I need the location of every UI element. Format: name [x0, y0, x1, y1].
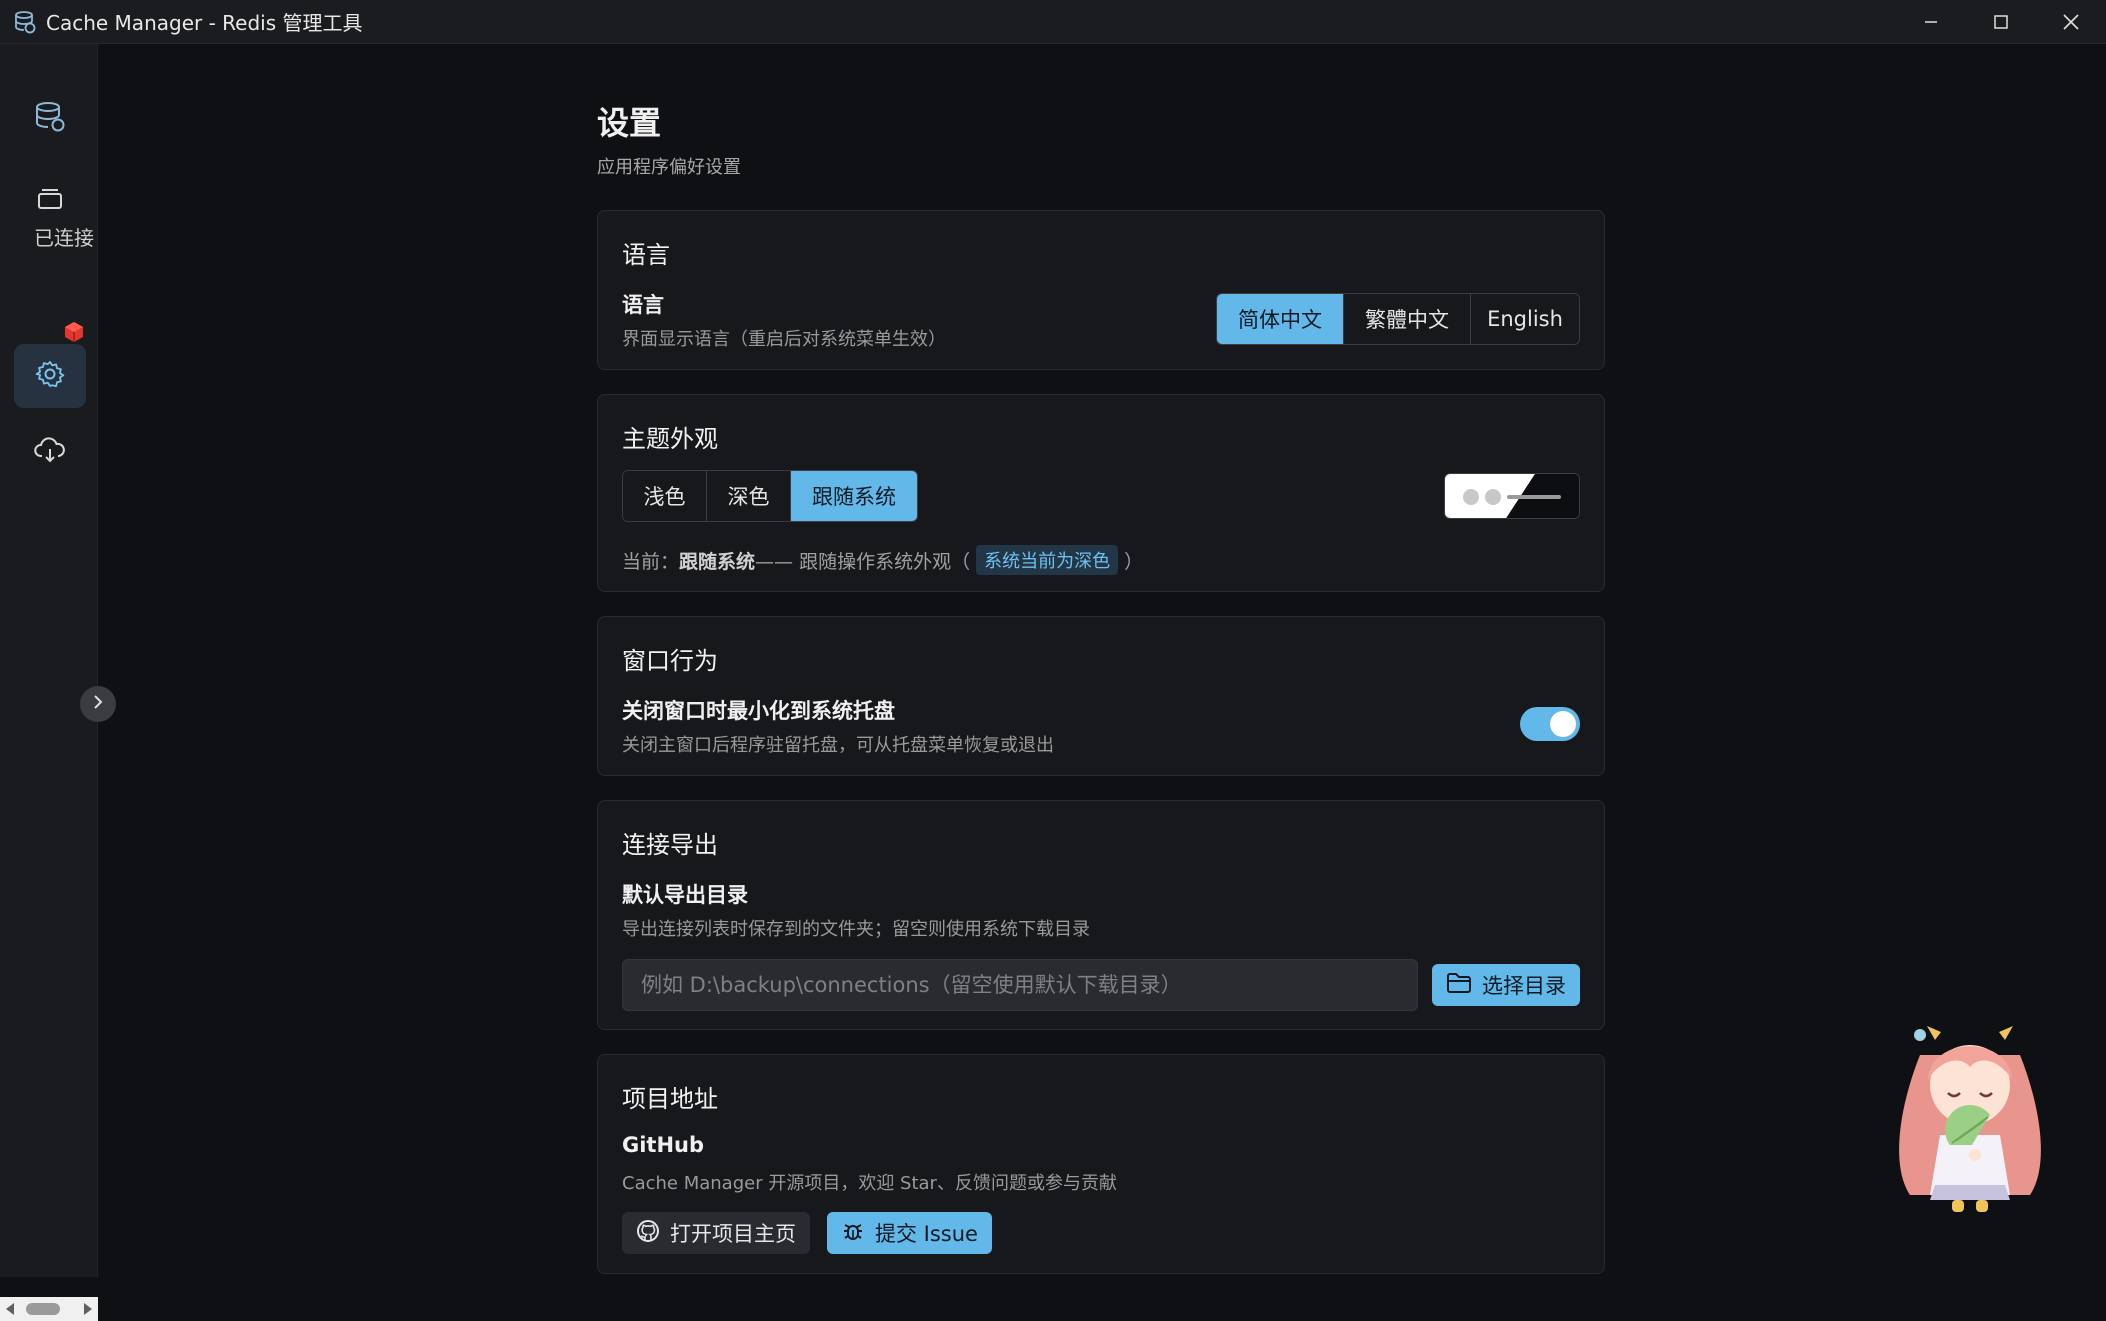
sidebar-horizontal-scrollbar[interactable] [0, 1297, 98, 1321]
theme-current-value: 跟随系统 [679, 550, 756, 573]
theme-option-system[interactable]: 跟随系统 [791, 471, 917, 521]
language-card: 语言 语言 界面显示语言（重启后对系统菜单生效） 简体中文 繁體中文 Engli… [597, 210, 1605, 370]
sidebar-database-button[interactable] [14, 86, 86, 150]
github-title: GitHub [622, 1133, 705, 1157]
open-project-button[interactable]: 打开项目主页 [622, 1212, 810, 1254]
project-section-title: 项目地址 [622, 1085, 718, 1113]
window-behavior-section-title: 窗口行为 [622, 647, 718, 675]
language-option-zh-hans[interactable]: 简体中文 [1217, 294, 1344, 344]
scroll-left-icon[interactable] [6, 1303, 14, 1315]
language-item-title: 语言 [622, 293, 664, 317]
language-option-english[interactable]: English [1471, 294, 1579, 344]
sidebar-cloud-button[interactable] [14, 420, 86, 484]
open-project-label: 打开项目主页 [670, 1222, 796, 1246]
sidebar-connected-label: 已连接 [34, 226, 94, 250]
page-subtitle: 应用程序偏好设置 [597, 157, 741, 178]
gear-icon [35, 359, 65, 393]
folder-icon [1446, 972, 1472, 999]
sidebar-expand-button[interactable] [80, 686, 116, 722]
close-icon[interactable] [2036, 0, 2106, 44]
minimize-to-tray-desc: 关闭主窗口后程序驻留托盘，可从托盘菜单恢复或退出 [622, 735, 1054, 756]
export-dir-title: 默认导出目录 [622, 883, 748, 907]
minimize-to-tray-switch[interactable] [1520, 707, 1580, 741]
app-database-icon [12, 9, 38, 35]
layers-icon [36, 185, 64, 215]
theme-current-suffix: ） [1124, 550, 1144, 573]
theme-preview-icon [1445, 474, 1579, 518]
project-card: 项目地址 GitHub Cache Manager 开源项目，欢迎 Star、反… [597, 1054, 1605, 1274]
chevron-right-icon [91, 694, 105, 714]
minimize-icon[interactable] [1896, 0, 1966, 44]
theme-current-desc: —— 跟随操作系统外观（ [755, 550, 971, 573]
theme-option-light[interactable]: 浅色 [623, 471, 707, 521]
scroll-right-icon[interactable] [84, 1303, 92, 1315]
theme-section-title: 主题外观 [622, 425, 718, 453]
export-card: 连接导出 默认导出目录 导出连接列表时保存到的文件夹；留空则使用系统下载目录 选… [597, 800, 1605, 1030]
page-title: 设置 [597, 104, 662, 142]
theme-current-prefix: 当前： [622, 550, 680, 573]
language-section-title: 语言 [622, 241, 670, 269]
github-desc: Cache Manager 开源项目，欢迎 Star、反馈问题或参与贡献 [622, 1173, 1117, 1194]
choose-directory-label: 选择目录 [1482, 974, 1566, 998]
title-bar: Cache Manager - Redis 管理工具 [0, 0, 2106, 44]
theme-card: 主题外观 浅色 深色 跟随系统 当前： 跟随系统 —— 跟随操作系统外观（ 系统… [597, 394, 1605, 592]
language-item-desc: 界面显示语言（重启后对系统菜单生效） [622, 329, 946, 350]
window-title: Cache Manager - Redis 管理工具 [46, 11, 363, 35]
bug-icon [841, 1219, 865, 1248]
minimize-to-tray-title: 关闭窗口时最小化到系统托盘 [622, 699, 895, 723]
mascot-character-image [1880, 995, 2060, 1220]
language-option-zh-hant[interactable]: 繁體中文 [1344, 294, 1471, 344]
scrollbar-thumb[interactable] [26, 1303, 60, 1315]
export-dir-input[interactable] [622, 959, 1418, 1011]
choose-directory-button[interactable]: 选择目录 [1432, 964, 1580, 1006]
github-icon [636, 1219, 660, 1248]
switch-knob [1550, 711, 1576, 737]
system-theme-tag: 系统当前为深色 [976, 545, 1119, 575]
sidebar: 已连接 [0, 44, 116, 1321]
submit-issue-label: 提交 Issue [875, 1222, 978, 1246]
database-icon [33, 99, 67, 137]
language-selector: 简体中文 繁體中文 English [1216, 293, 1580, 345]
sidebar-settings-button[interactable] [14, 344, 86, 408]
cloud-download-icon [34, 436, 66, 468]
theme-option-dark[interactable]: 深色 [707, 471, 791, 521]
submit-issue-button[interactable]: 提交 Issue [827, 1212, 992, 1254]
window-behavior-card: 窗口行为 关闭窗口时最小化到系统托盘 关闭主窗口后程序驻留托盘，可从托盘菜单恢复… [597, 616, 1605, 776]
theme-current-line: 当前： 跟随系统 —— 跟随操作系统外观（ 系统当前为深色 ） [622, 545, 1143, 575]
theme-preview-toggle[interactable] [1444, 473, 1580, 519]
export-section-title: 连接导出 [622, 831, 718, 859]
theme-selector: 浅色 深色 跟随系统 [622, 470, 918, 522]
maximize-icon[interactable] [1966, 0, 2036, 44]
window-controls [1896, 0, 2106, 44]
export-dir-desc: 导出连接列表时保存到的文件夹；留空则使用系统下载目录 [622, 919, 1090, 940]
